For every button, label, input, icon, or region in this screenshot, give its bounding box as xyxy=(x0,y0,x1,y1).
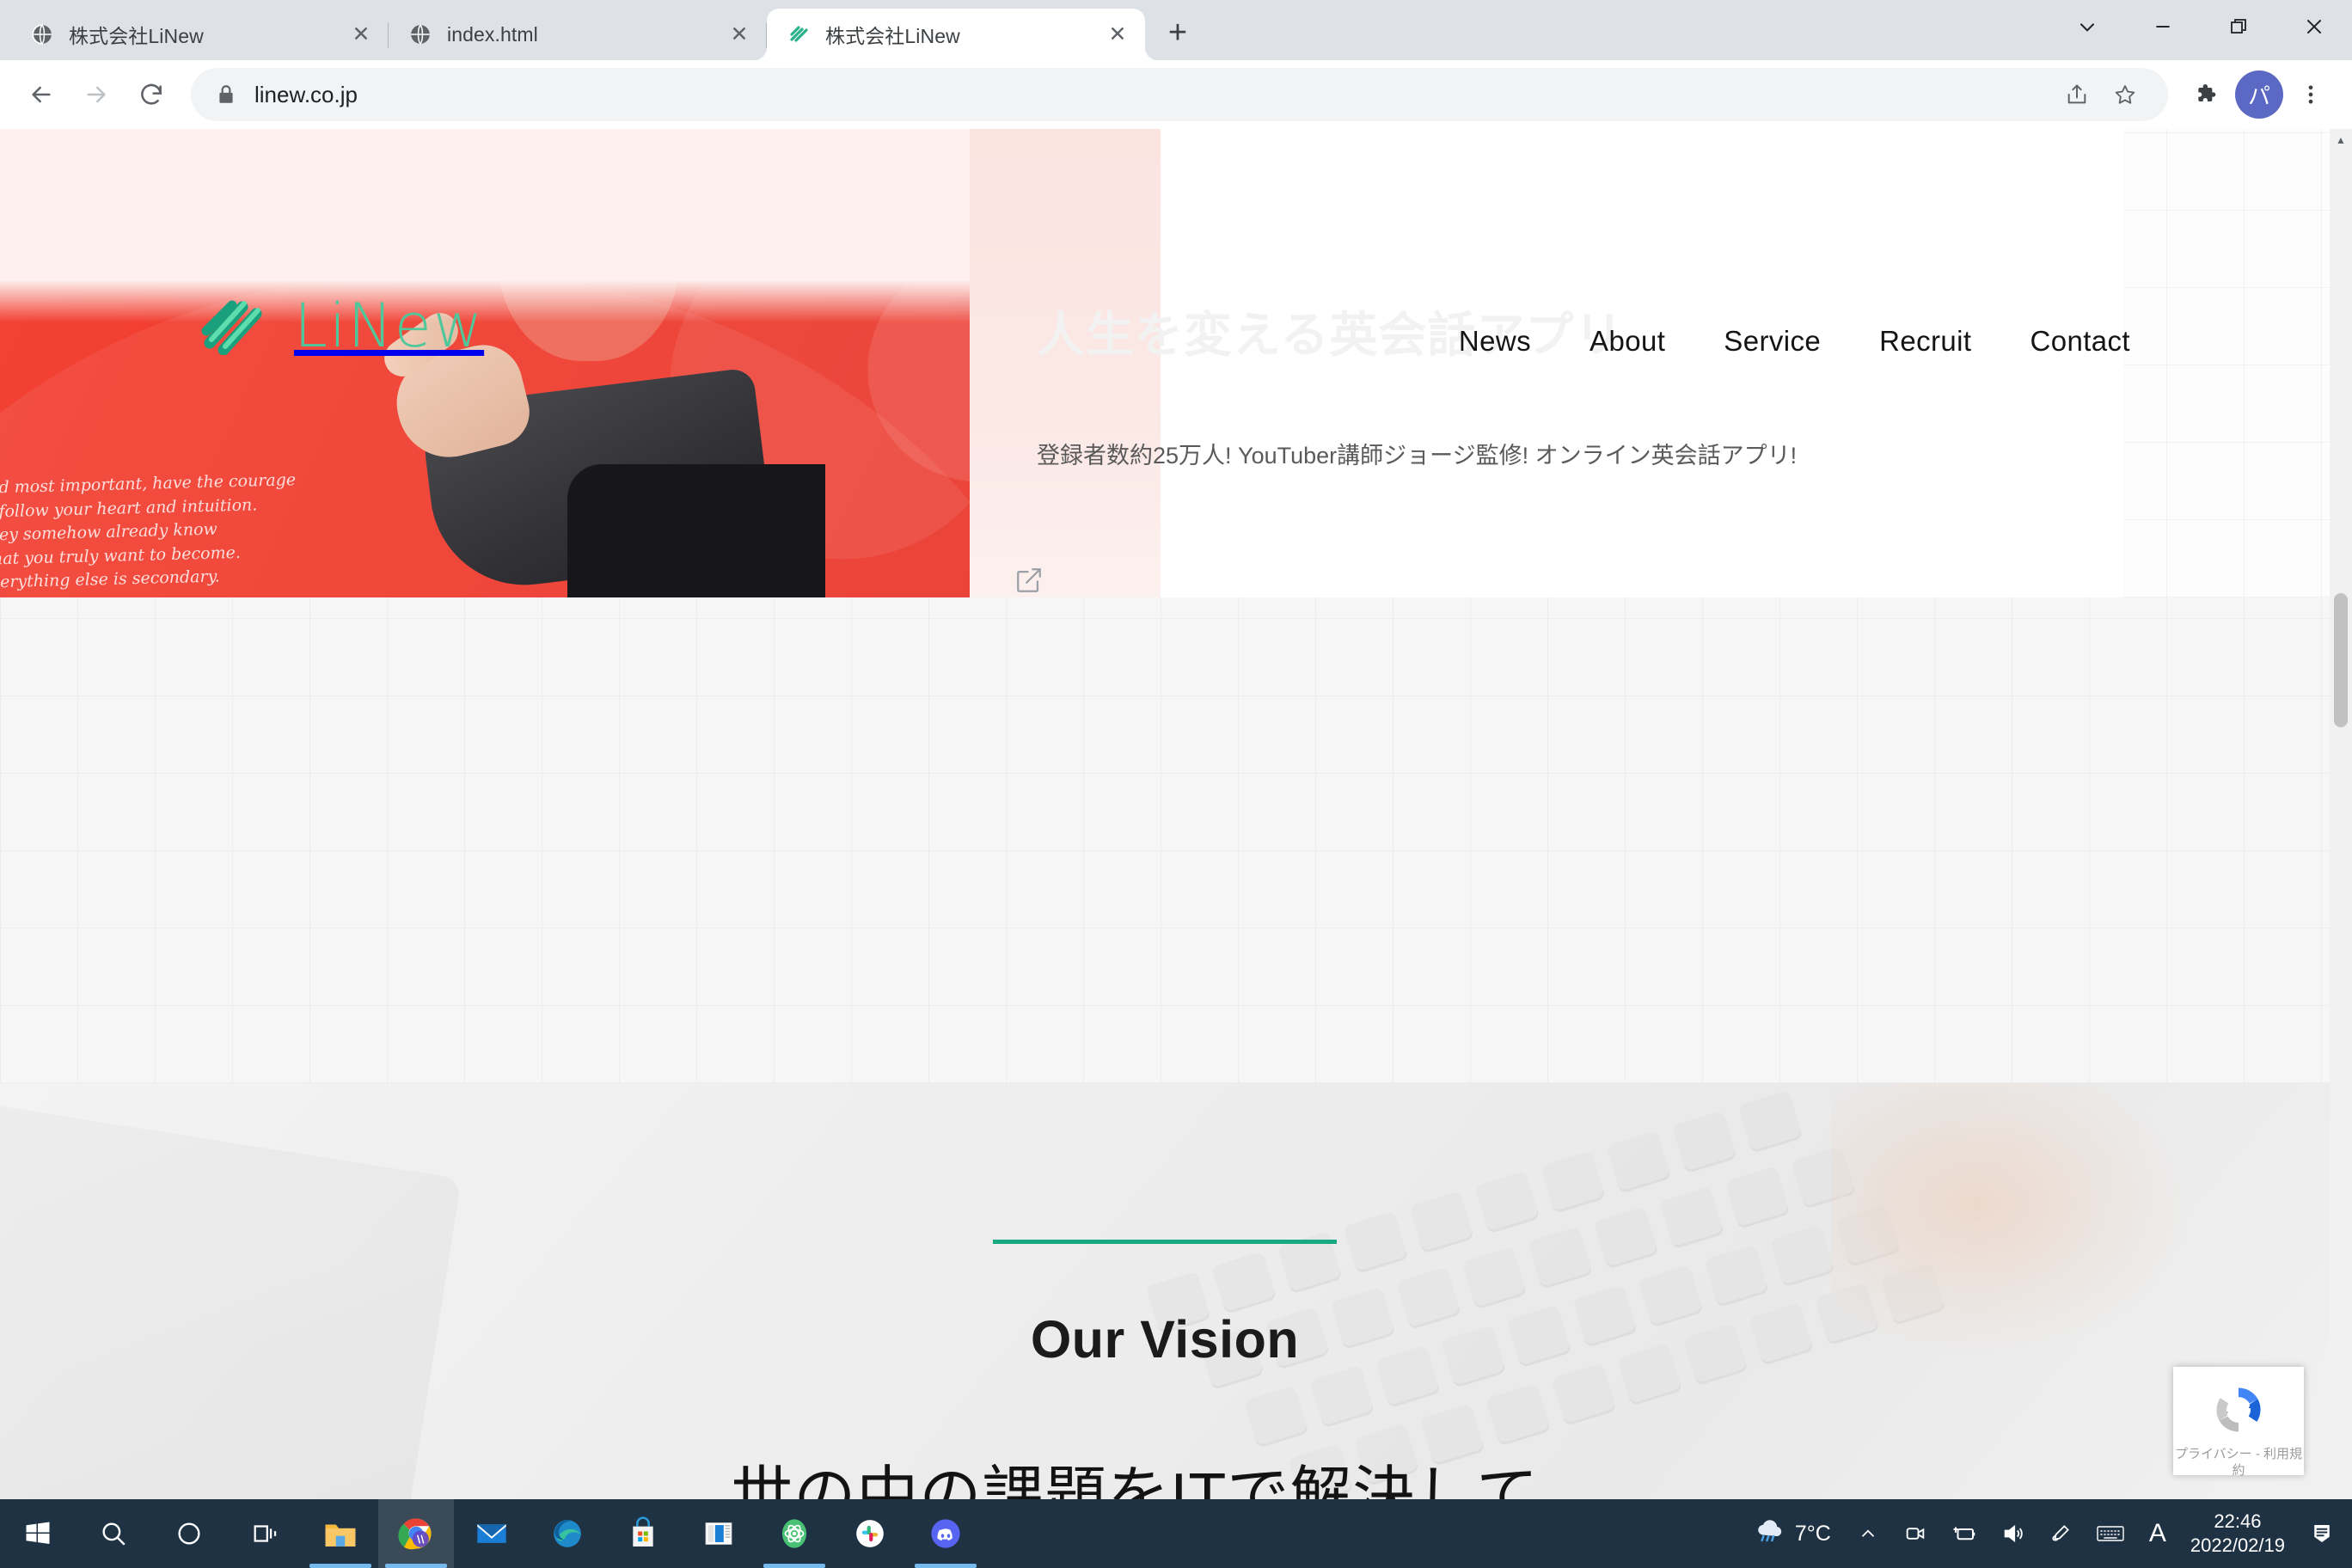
forward-arrow-icon[interactable] xyxy=(69,67,124,122)
back-arrow-icon[interactable] xyxy=(14,67,69,122)
battery-plug-icon[interactable] xyxy=(1939,1499,1989,1568)
system-tray: 7°C A 22:46 2022/02/19 xyxy=(1733,1499,2352,1568)
pen-icon[interactable] xyxy=(2037,1499,2084,1568)
vision-section: Our Vision 世の中の課題をITで解決して、 明るくて世界中の人たちを幸… xyxy=(0,1083,2330,1568)
browser-toolbar: パ xyxy=(0,60,2352,129)
tab-close-button[interactable]: ✕ xyxy=(1102,19,1133,50)
meet-now-icon[interactable] xyxy=(1891,1499,1939,1568)
page-viewport: And most important, have the courage to … xyxy=(0,129,2352,1568)
taskbar-microsoft-store[interactable] xyxy=(605,1499,681,1568)
lock-icon xyxy=(210,83,242,106)
clock-time: 22:46 xyxy=(2214,1510,2262,1532)
search-icon[interactable] xyxy=(76,1499,151,1568)
chevron-up-icon[interactable] xyxy=(1845,1499,1891,1568)
promo-card-thumbnail xyxy=(970,129,1161,676)
nav-item-about[interactable]: About xyxy=(1589,325,1665,358)
taskbar-news-app[interactable] xyxy=(681,1499,756,1568)
chevron-down-icon[interactable] xyxy=(2049,0,2125,53)
task-view-icon[interactable] xyxy=(227,1499,303,1568)
taskbar-clock[interactable]: 22:46 2022/02/19 xyxy=(2178,1499,2297,1568)
star-icon[interactable] xyxy=(2101,70,2149,119)
profile-avatar[interactable]: パ xyxy=(2235,70,2283,119)
tray-weather[interactable]: 7°C xyxy=(1733,1515,1845,1553)
taskbar-discord[interactable] xyxy=(908,1499,983,1568)
maximize-icon[interactable] xyxy=(2201,0,2276,53)
site-logo-text: LiNew xyxy=(294,291,485,361)
browser-tab-active[interactable]: 株式会社LiNew ✕ xyxy=(753,9,1159,60)
recaptcha-terms[interactable]: プライバシー - 利用規約 xyxy=(2173,1447,2304,1479)
nav-item-service[interactable]: Service xyxy=(1724,325,1821,358)
rain-cloud-icon xyxy=(1752,1515,1786,1553)
hero-subline: 登録者数約25万人! YouTuber講師ジョージ監修! オンライン英会話アプリ… xyxy=(1037,443,1798,469)
vision-accent-rule xyxy=(993,1240,1337,1244)
taskbar-mail-app[interactable] xyxy=(454,1499,530,1568)
external-link-icon[interactable] xyxy=(1014,566,1044,599)
browser-tab[interactable]: 株式会社LiNew ✕ xyxy=(10,9,389,60)
tab-close-button[interactable]: ✕ xyxy=(724,19,755,50)
taskbar-slack[interactable] xyxy=(832,1499,908,1568)
tab-strip: 株式会社LiNew ✕ index.html ✕ 株式会社LiNew ✕ + xyxy=(0,0,2352,60)
recaptcha-badge[interactable]: プライバシー - 利用規約 xyxy=(2173,1367,2304,1478)
new-tab-button[interactable]: + xyxy=(1154,9,1202,57)
reload-icon[interactable] xyxy=(124,67,179,122)
taskbar-microsoft-edge[interactable] xyxy=(530,1499,605,1568)
puzzle-piece-icon[interactable] xyxy=(2180,67,2235,122)
scrollbar-thumb[interactable] xyxy=(2334,593,2348,727)
share-icon[interactable] xyxy=(2053,70,2101,119)
browser-window: 株式会社LiNew ✕ index.html ✕ 株式会社LiNew ✕ + l… xyxy=(0,0,2352,1568)
globe-icon xyxy=(29,21,55,47)
services-band: Other service xyxy=(0,597,2330,1342)
clock-date: 2022/02/19 xyxy=(2190,1534,2285,1556)
tab-close-button[interactable]: ✕ xyxy=(346,19,377,50)
linew-logo-icon xyxy=(786,21,812,47)
three-dot-menu-icon[interactable] xyxy=(2283,67,2338,122)
linew-mark-icon xyxy=(199,293,272,359)
nav-item-contact[interactable]: Contact xyxy=(2030,325,2130,358)
url-input[interactable] xyxy=(254,81,2053,108)
site-navigation: News About Service Recruit Contact xyxy=(1459,325,2130,358)
address-bar[interactable] xyxy=(191,68,2168,121)
page-scrollbar[interactable]: ▲ ▼ xyxy=(2330,129,2352,1568)
taskbar-file-explorer[interactable] xyxy=(303,1499,378,1568)
nav-item-recruit[interactable]: Recruit xyxy=(1879,325,1971,358)
vision-title: Our Vision xyxy=(1030,1310,1300,1369)
minimize-icon[interactable] xyxy=(2125,0,2201,53)
site-logo[interactable]: LiNew xyxy=(199,291,484,361)
window-controls xyxy=(2049,0,2352,53)
tab-title: 株式会社LiNew xyxy=(825,25,960,47)
nav-item-news[interactable]: News xyxy=(1459,325,1531,358)
speaker-icon[interactable] xyxy=(1989,1499,2037,1568)
close-icon[interactable] xyxy=(2276,0,2352,53)
notification-icon[interactable] xyxy=(2297,1499,2347,1568)
tab-title: index.html xyxy=(447,22,538,46)
start-button[interactable] xyxy=(0,1499,76,1568)
browser-tab[interactable]: index.html ✕ xyxy=(389,9,767,60)
ime-indicator[interactable]: A xyxy=(2137,1499,2178,1568)
cortana-circle-icon[interactable] xyxy=(151,1499,227,1568)
promo-script-text: And most important, have the courage to … xyxy=(0,470,297,593)
scroll-up-arrow[interactable]: ▲ xyxy=(2330,129,2352,151)
hero-section: And most important, have the courage to … xyxy=(0,129,2330,676)
website-content: And most important, have the courage to … xyxy=(0,129,2330,1568)
tab-title: 株式会社LiNew xyxy=(69,25,204,47)
taskbar-google-chrome[interactable] xyxy=(378,1499,454,1568)
recaptcha-icon xyxy=(2209,1381,2268,1443)
taskbar-atom-editor[interactable] xyxy=(756,1499,832,1568)
touch-keyboard-icon[interactable] xyxy=(2084,1499,2137,1568)
windows-taskbar: 7°C A 22:46 2022/02/19 xyxy=(0,1499,2352,1568)
globe-icon xyxy=(407,21,433,47)
tray-temperature: 7°C xyxy=(1794,1521,1831,1546)
